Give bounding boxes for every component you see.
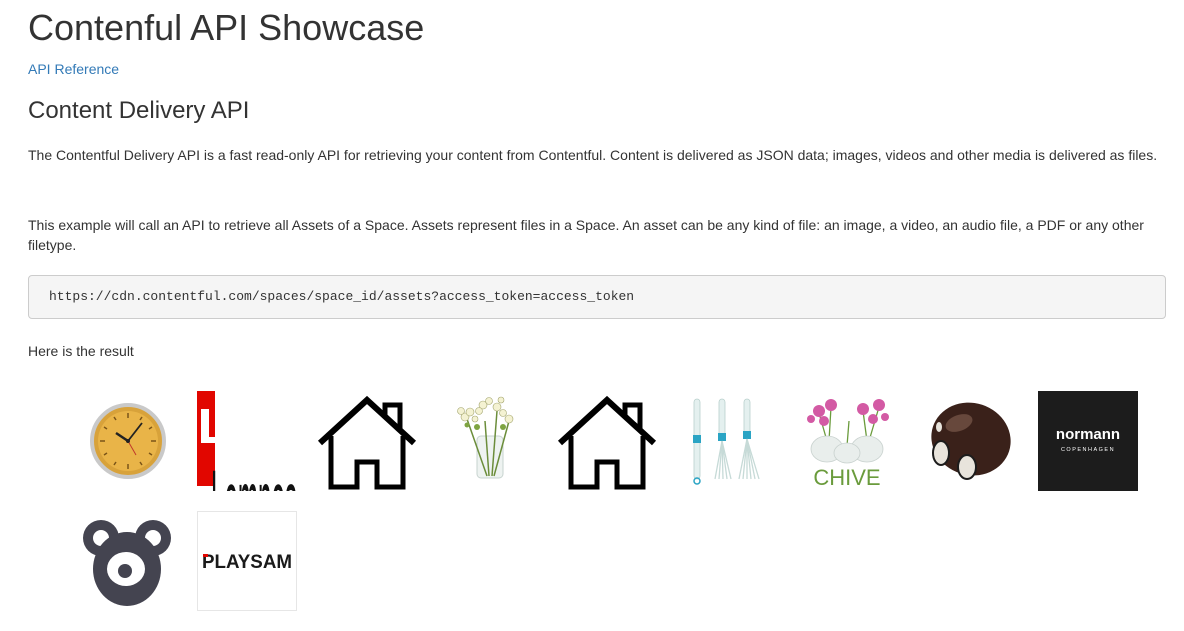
asset-lemnos[interactable]: Lemnos [197, 391, 297, 491]
normann-logo: normann COPENHAGEN [1038, 391, 1138, 491]
page-title: Contenful API Showcase [28, 7, 425, 48]
api-url: https://cdn.contentful.com/spaces/space_… [49, 289, 635, 304]
api-reference-link[interactable]: API Reference [28, 60, 119, 78]
normann-text: normann [1056, 426, 1120, 443]
house-icon [557, 395, 657, 490]
bear-icon [83, 520, 171, 606]
flower-vase-image [457, 396, 514, 479]
chive-text: CHIVE [813, 465, 880, 490]
wall-clock-image [90, 403, 166, 479]
asset-playsam[interactable]: PLAYSAM [197, 511, 297, 611]
playsam-text: PLAYSAM [202, 552, 292, 573]
asset-toy-car[interactable] [917, 391, 1017, 491]
intro-paragraph: The Contentful Delivery API is a fast re… [28, 147, 1158, 163]
chive-vases-image: CHIVE [807, 399, 889, 490]
asset-bear[interactable] [78, 511, 178, 611]
asset-wall-clock[interactable] [78, 391, 178, 491]
brushes-image [693, 398, 760, 485]
asset-brushes[interactable] [677, 391, 777, 491]
asset-house-1[interactable] [317, 391, 417, 491]
lemnos-text: Lemnos [211, 453, 297, 491]
example-paragraph: This example will call an API to retriev… [28, 217, 1144, 253]
section-title: Content Delivery API [28, 97, 250, 124]
normann-subtext: COPENHAGEN [1061, 447, 1115, 453]
asset-normann[interactable]: normann COPENHAGEN [1038, 391, 1138, 491]
asset-house-2[interactable] [557, 391, 657, 491]
asset-flower-vase[interactable] [437, 391, 537, 491]
asset-chive[interactable]: CHIVE [797, 391, 897, 491]
toy-car-image [931, 402, 1011, 480]
lemnos-logo: Lemnos [197, 391, 297, 491]
code-block: https://cdn.contentful.com/spaces/space_… [28, 275, 1166, 319]
result-label: Here is the result [28, 343, 134, 359]
house-icon [317, 395, 417, 490]
playsam-logo: PLAYSAM [197, 511, 297, 611]
